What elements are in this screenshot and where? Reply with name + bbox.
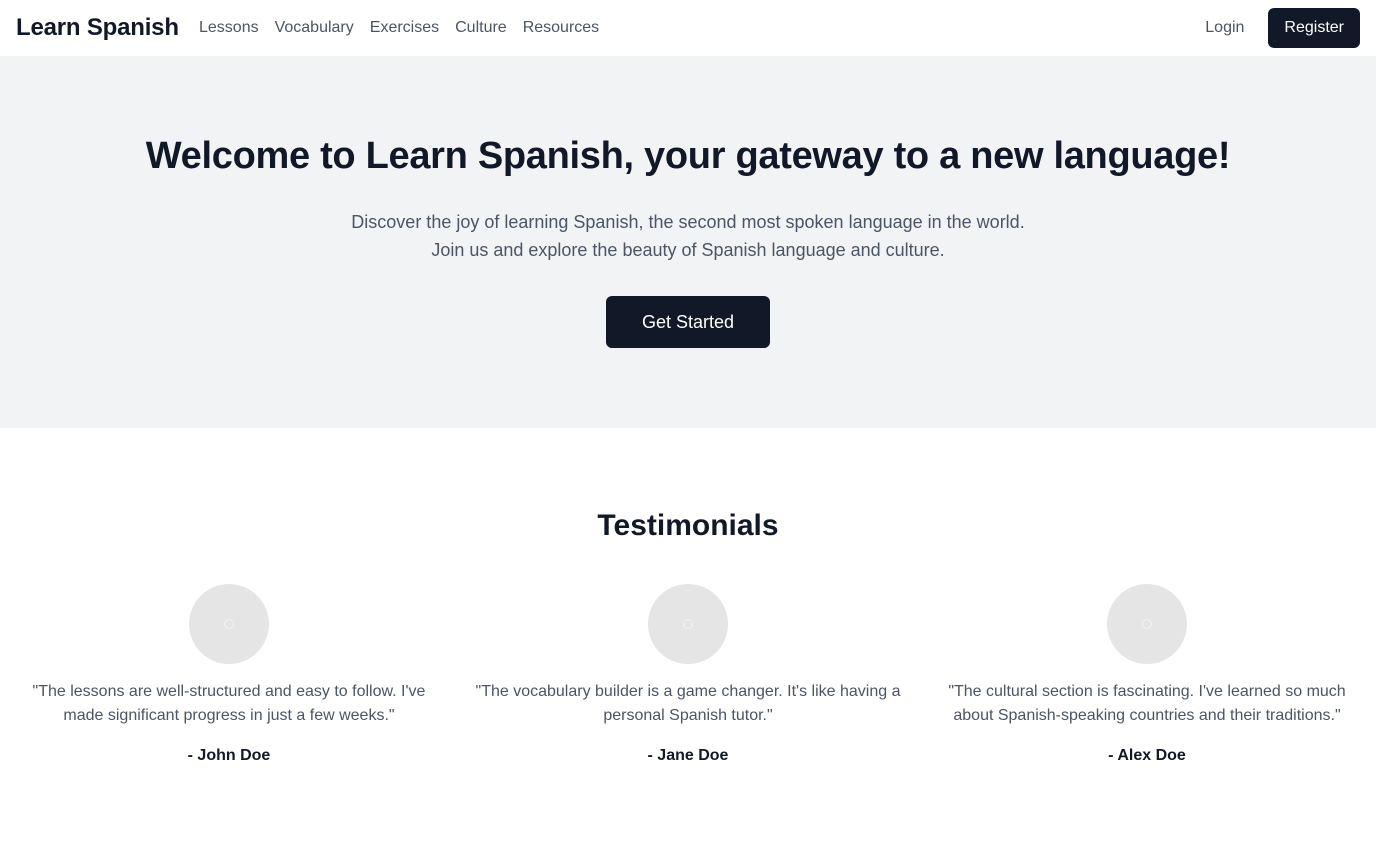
hero-title: Welcome to Learn Spanish, your gateway t… [145, 135, 1231, 177]
testimonial-card: "The vocabulary builder is a game change… [475, 584, 901, 768]
avatar-placeholder-icon [1142, 619, 1152, 629]
testimonial-quote: "The cultural section is fascinating. I'… [948, 683, 1346, 724]
register-button[interactable]: Register [1268, 8, 1360, 48]
testimonial-quote: "The lessons are well-structured and eas… [32, 683, 426, 724]
nav-link-exercises[interactable]: Exercises [370, 16, 439, 40]
testimonials-title: Testimonials [597, 509, 779, 542]
testimonial-card: "The lessons are well-structured and eas… [16, 584, 442, 768]
testimonial-author: - Alex Doe [1108, 747, 1186, 764]
testimonials-section: Testimonials "The lessons are well-struc… [0, 428, 1376, 848]
nav-link-lessons[interactable]: Lessons [199, 16, 259, 40]
testimonial-author: - Jane Doe [647, 747, 729, 764]
testimonial-quote: "The vocabulary builder is a game change… [475, 683, 901, 724]
nav-link-vocabulary[interactable]: Vocabulary [275, 16, 354, 40]
hero-description: Discover the joy of learning Spanish, th… [351, 212, 1025, 260]
main-nav: Lessons Vocabulary Exercises Culture Res… [199, 16, 599, 40]
nav-link-culture[interactable]: Culture [455, 16, 507, 40]
testimonial-author: - John Doe [187, 747, 271, 764]
avatar [189, 584, 269, 664]
site-header: Learn Spanish Lessons Vocabulary Exercis… [0, 0, 1376, 56]
auth-actions: Login Register [1197, 8, 1360, 48]
testimonial-card: "The cultural section is fascinating. I'… [934, 584, 1360, 768]
testimonial-list: "The lessons are well-structured and eas… [0, 584, 1376, 768]
hero-section: Welcome to Learn Spanish, your gateway t… [0, 56, 1376, 428]
brand-logo[interactable]: Learn Spanish [16, 12, 179, 44]
avatar [648, 584, 728, 664]
login-link[interactable]: Login [1197, 8, 1252, 48]
get-started-button[interactable]: Get Started [606, 296, 770, 348]
nav-link-resources[interactable]: Resources [523, 16, 599, 40]
avatar-placeholder-icon [224, 619, 234, 629]
avatar-placeholder-icon [683, 619, 693, 629]
avatar [1107, 584, 1187, 664]
